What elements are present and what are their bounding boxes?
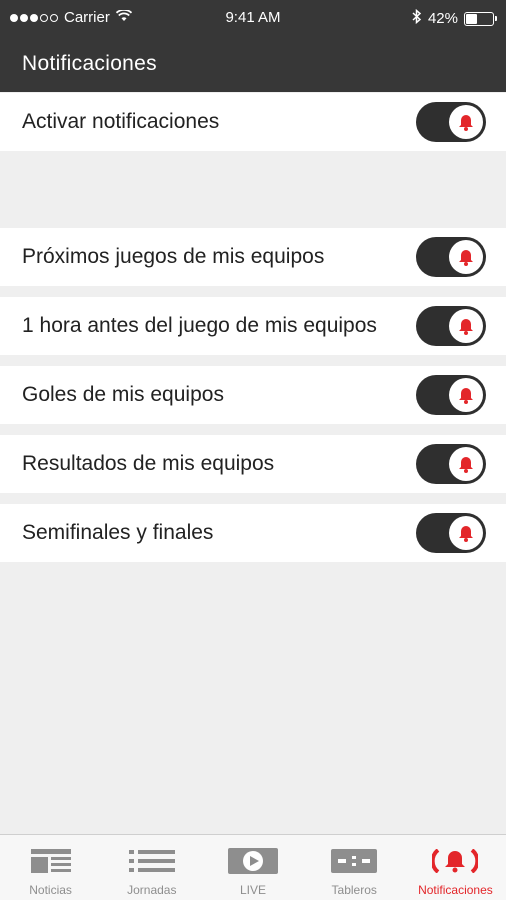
setting-row-activar: Activar notificaciones: [0, 93, 506, 151]
tab-noticias[interactable]: Noticias: [0, 835, 101, 900]
setting-row-hora-antes: 1 hora antes del juego de mis equipos: [0, 297, 506, 355]
bell-icon: [449, 378, 483, 412]
bell-icon: [449, 240, 483, 274]
resultados-toggle[interactable]: [416, 444, 486, 484]
tab-label: Jornadas: [127, 883, 177, 897]
setting-row-proximos: Próximos juegos de mis equipos: [0, 228, 506, 286]
news-icon: [30, 847, 71, 875]
list-icon: [128, 847, 175, 875]
tab-label: Notificaciones: [418, 883, 493, 897]
setting-label: 1 hora antes del juego de mis equipos: [22, 314, 377, 337]
tab-label: LIVE: [240, 883, 267, 897]
goles-toggle[interactable]: [416, 375, 486, 415]
setting-row-goles: Goles de mis equipos: [0, 366, 506, 424]
setting-label: Resultados de mis equipos: [22, 452, 275, 475]
battery-icon: [464, 11, 497, 26]
tab-label: Noticias: [29, 883, 72, 897]
notifications-toggle[interactable]: [416, 102, 486, 142]
bell-icon: [449, 105, 483, 139]
setting-label: Semifinales y finales: [22, 521, 214, 544]
bell-icon: [449, 309, 483, 343]
tab-notificaciones[interactable]: Notificaciones: [405, 835, 506, 900]
battery-percentage: 42%: [427, 10, 458, 27]
scoreboard-icon: [331, 847, 378, 875]
semifinales-toggle[interactable]: [416, 513, 486, 553]
bell-icon: [449, 516, 483, 550]
hora-antes-toggle[interactable]: [416, 306, 486, 346]
tab-label: Tableros: [331, 883, 377, 897]
bluetooth-icon: [412, 8, 422, 28]
battery-info: 42%: [412, 8, 497, 28]
tab-tableros[interactable]: Tableros: [304, 835, 405, 900]
status-bar: Carrier 9:41 AM 42%: [0, 0, 506, 36]
tab-bar: Noticias Jornadas LIVE Tableros Notifica…: [0, 834, 506, 900]
tab-jornadas[interactable]: Jornadas: [101, 835, 202, 900]
tab-live[interactable]: LIVE: [202, 835, 303, 900]
bell-icon: [449, 447, 483, 481]
proximos-juegos-toggle[interactable]: [416, 237, 486, 277]
page-title: Notificaciones: [22, 52, 157, 75]
setting-label: Próximos juegos de mis equipos: [22, 245, 325, 268]
setting-row-resultados: Resultados de mis equipos: [0, 435, 506, 493]
setting-label: Activar notificaciones: [22, 110, 220, 133]
app-header: Carrier 9:41 AM 42% Notificaciones: [0, 0, 506, 92]
play-icon: [228, 847, 278, 875]
bell-icon: [432, 847, 479, 875]
setting-row-semifinales: Semifinales y finales: [0, 504, 506, 562]
setting-label: Goles de mis equipos: [22, 383, 224, 406]
